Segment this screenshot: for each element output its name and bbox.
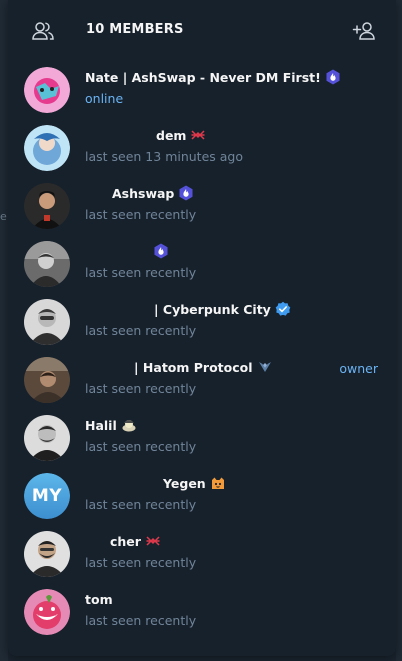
member-status: online — [85, 91, 124, 106]
avatar-initials: MY — [24, 473, 70, 519]
member-name: Nate | AshSwap - Never DM First! — [85, 68, 341, 86]
members-icon[interactable] — [30, 18, 56, 44]
member-row[interactable]: last seen recently — [8, 236, 396, 294]
member-name: | Cyberpunk City — [154, 300, 291, 318]
member-status: last seen recently — [85, 555, 197, 570]
member-avatar: MY — [24, 473, 70, 519]
member-name: Ashswap — [112, 184, 194, 202]
hexagon-flame-icon — [178, 185, 194, 201]
member-status: last seen recently — [85, 439, 197, 454]
member-row[interactable]: cher last seen recently — [8, 526, 396, 584]
background-right-edge — [396, 0, 402, 661]
members-popup: 10 MEMBERS Nate | AshSwap - Never DM Fir… — [8, 0, 396, 656]
verified-icon — [275, 301, 291, 317]
cat-emoji-icon — [210, 475, 226, 491]
wings-icon — [257, 359, 273, 375]
member-row[interactable]: Nate | AshSwap - Never DM First! online — [8, 62, 396, 120]
member-avatar — [24, 415, 70, 461]
member-avatar — [24, 241, 70, 287]
member-row[interactable]: dem last seen 13 minutes ago — [8, 120, 396, 178]
member-status: last seen recently — [85, 497, 197, 512]
logo-icon — [190, 127, 206, 143]
member-name — [149, 242, 169, 260]
hexagon-flame-icon — [325, 69, 341, 85]
member-name: Yegen — [163, 474, 226, 492]
member-avatar — [24, 531, 70, 577]
member-status: last seen recently — [85, 207, 197, 222]
members-count-title: 10 MEMBERS — [86, 22, 184, 37]
member-avatar — [24, 183, 70, 229]
member-row[interactable]: | Cyberpunk City last seen recently — [8, 294, 396, 352]
hexagon-flame-icon — [153, 243, 169, 259]
member-name: Halil — [85, 416, 137, 434]
add-member-icon[interactable] — [352, 18, 378, 44]
member-row[interactable]: MY Yegen last seen recently — [8, 468, 396, 526]
member-status: last seen recently — [85, 265, 197, 280]
member-name: cher — [110, 532, 161, 550]
background-fragment: e — [0, 210, 7, 223]
background-chat-edge: e — [0, 0, 8, 661]
member-row[interactable]: | Hatom Protocol owner last seen recentl… — [8, 352, 396, 410]
member-status: last seen recently — [85, 323, 197, 338]
member-name: tom — [85, 591, 113, 607]
owner-badge: owner — [339, 361, 378, 376]
member-avatar — [24, 589, 70, 635]
member-row[interactable]: Halil last seen recently — [8, 410, 396, 468]
member-name: | Hatom Protocol — [134, 358, 273, 376]
member-row[interactable]: tom last seen recently — [8, 584, 396, 642]
logo-icon — [145, 533, 161, 549]
member-status: last seen recently — [85, 381, 197, 396]
member-avatar — [24, 299, 70, 345]
member-row[interactable]: Ashswap last seen recently — [8, 178, 396, 236]
member-status: last seen recently — [85, 613, 197, 628]
member-avatar — [24, 67, 70, 113]
member-avatar — [24, 357, 70, 403]
member-name: dem — [156, 126, 206, 144]
member-avatar — [24, 125, 70, 171]
emoji-icon — [121, 417, 137, 433]
members-header: 10 MEMBERS — [8, 0, 396, 62]
member-status: last seen 13 minutes ago — [85, 149, 244, 164]
